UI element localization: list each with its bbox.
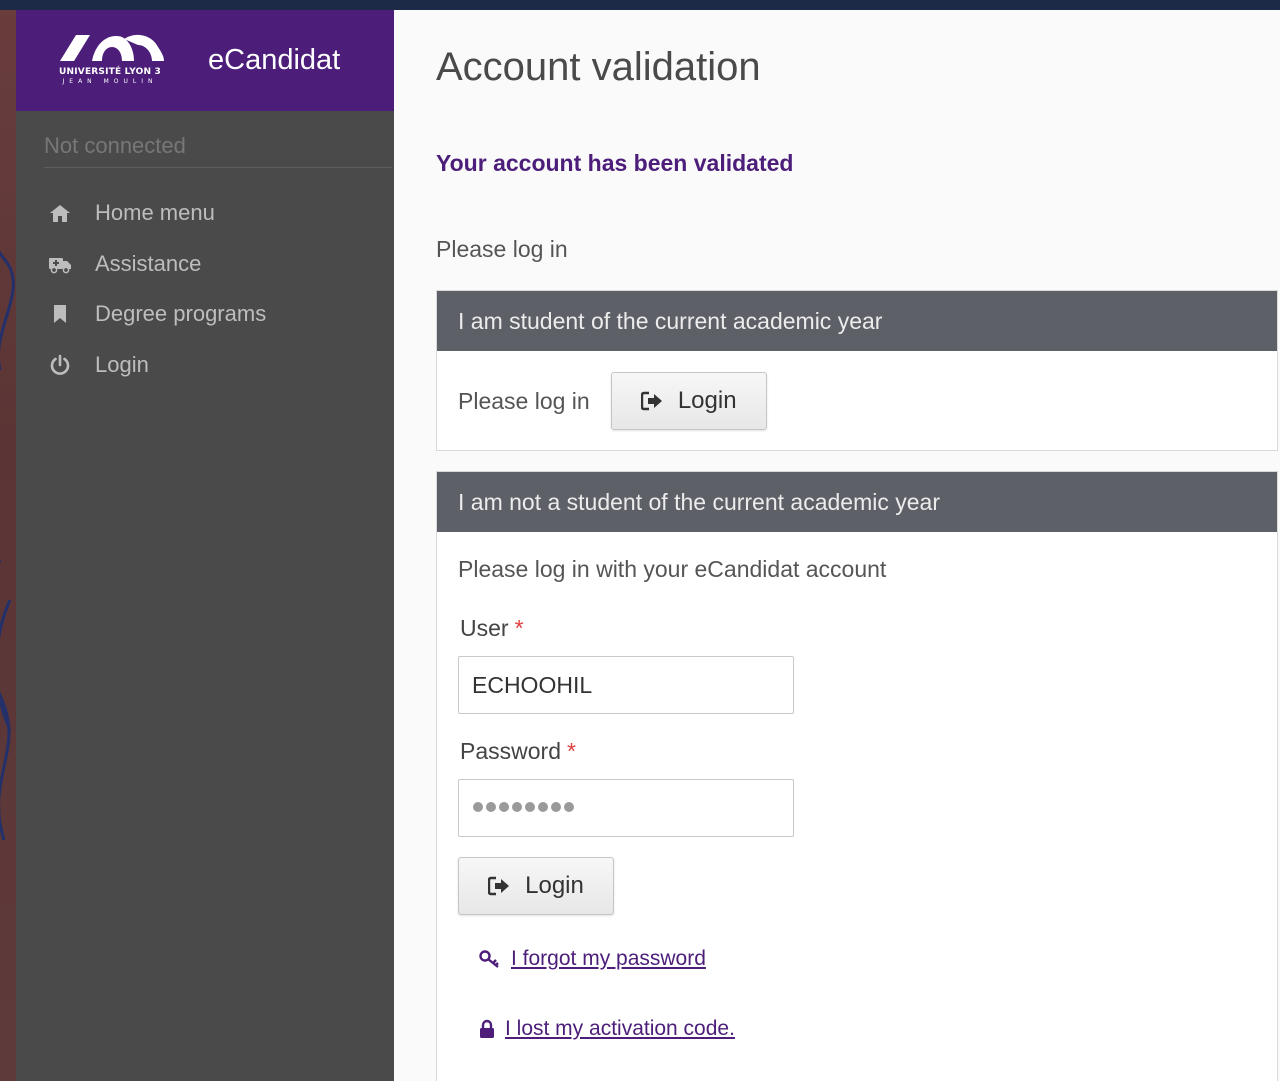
forgot-password-link[interactable]: I forgot my password: [511, 947, 706, 971]
required-mark: *: [514, 615, 524, 641]
lost-activation-link[interactable]: I lost my activation code.: [505, 1017, 735, 1041]
sidebar-item-label: Degree programs: [95, 301, 267, 327]
user-input[interactable]: [458, 656, 794, 714]
background-top-band: [0, 0, 1280, 10]
password-label: Password *: [460, 738, 576, 765]
university-name-line2: JEAN MOULIN: [62, 77, 158, 85]
account-login-button[interactable]: Login: [458, 857, 614, 915]
sign-in-icon: [488, 874, 512, 898]
password-label-text: Password: [460, 738, 561, 764]
sidebar-item-assistance[interactable]: Assistance: [16, 239, 394, 290]
student-login-button[interactable]: Login: [610, 372, 767, 430]
password-mask: [473, 802, 574, 812]
forgot-password-row: I forgot my password: [479, 947, 706, 971]
main-content: Account validation Your account has been…: [394, 10, 1280, 1081]
sign-in-icon: [640, 389, 665, 413]
sidebar-item-login[interactable]: Login: [16, 340, 394, 391]
bookmark-icon: [48, 302, 72, 326]
student-panel: I am student of the current academic yea…: [436, 290, 1278, 451]
sidebar-nav: Home menu Assistance Degree programs Log…: [16, 188, 394, 390]
university-name-line1: UNIVERSITÉ LYON 3: [59, 66, 161, 77]
sidebar-item-label: Login: [95, 351, 149, 377]
sidebar-item-label: Assistance: [95, 250, 202, 276]
sidebar-item-home[interactable]: Home menu: [16, 188, 394, 239]
home-icon: [48, 201, 72, 225]
student-login-row: Please log in Login: [437, 351, 1277, 430]
non-student-intro: Please log in with your eCandidat accoun…: [458, 556, 887, 582]
connection-status: Not connected: [44, 133, 392, 168]
power-icon: [48, 353, 72, 377]
lost-activation-row: I lost my activation code.: [479, 1017, 735, 1041]
sidebar: UNIVERSITÉ LYON 3 JEAN MOULIN eCandidat …: [16, 10, 394, 1081]
ambulance-icon: [48, 252, 72, 276]
student-login-prompt: Please log in: [458, 387, 590, 414]
lock-icon: [479, 1018, 495, 1040]
key-icon: [479, 948, 501, 970]
account-login-button-label: Login: [525, 872, 584, 899]
student-login-button-label: Login: [677, 387, 737, 414]
password-input[interactable]: [458, 779, 794, 837]
please-log-in-text: Please log in: [436, 236, 568, 262]
background-left-edge: [0, 0, 16, 1081]
brand-header: UNIVERSITÉ LYON 3 JEAN MOULIN eCandidat: [16, 10, 394, 111]
student-panel-heading: I am student of the current academic yea…: [437, 291, 1277, 351]
validated-message: Your account has been validated: [436, 150, 794, 176]
required-mark: *: [566, 738, 576, 764]
app-name[interactable]: eCandidat: [208, 44, 340, 77]
page-title: Account validation: [436, 45, 761, 89]
sidebar-item-label: Home menu: [95, 200, 215, 226]
sidebar-item-degree-programs[interactable]: Degree programs: [16, 289, 394, 340]
user-label: User *: [460, 615, 524, 642]
non-student-panel-heading: I am not a student of the current academ…: [437, 472, 1277, 532]
user-label-text: User: [460, 615, 509, 641]
non-student-panel: I am not a student of the current academ…: [436, 471, 1278, 1081]
university-logo[interactable]: UNIVERSITÉ LYON 3 JEAN MOULIN: [50, 27, 170, 95]
